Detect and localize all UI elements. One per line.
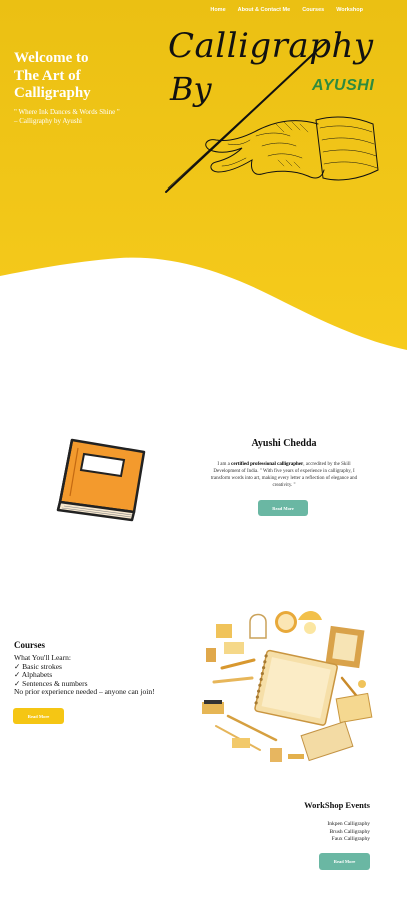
workshop-item-inkpen: Inkpen Calligraphy [327,821,370,827]
nav-workshop-link[interactable]: Workshop [336,7,363,13]
about-text-prefix: I am a [217,462,230,467]
about-description: I am a certified professional calligraph… [204,461,364,489]
logo-calligraphy-script: Calligraphy [168,26,374,66]
hero-title-line-3: Calligraphy [14,85,91,101]
stationery-flatlay-illustration [202,611,373,762]
about-text-highlight: certified professional calligrapher [231,462,304,467]
hero-tagline-quote: " Where Ink Dances & Words Shine " [14,108,120,116]
hero-tagline-author: – Calligraphy by Ayushi [14,116,82,125]
hero-section: Home About & Contact Me Courses Workshop… [0,0,407,350]
workshop-read-more-button[interactable]: Read More [319,853,370,870]
courses-read-more-button[interactable]: Read More [13,708,64,724]
courses-note: No prior experience needed – anyone can … [14,687,155,696]
courses-learning-list: What You'll Learn: ✓ Basic strokes ✓ Alp… [14,653,155,697]
workshop-item-brush: Brush Calligraphy [329,828,370,835]
workshop-title: WorkShop Events [304,800,370,810]
workshop-item-faux: Faux Calligraphy [331,836,370,842]
hero-title-line-1: Welcome to [14,50,89,66]
nav-home-link[interactable]: Home [210,7,225,13]
nav-courses-link[interactable]: Courses [302,7,324,13]
hero-title: Welcome to The Art of Calligraphy [14,50,174,103]
courses-title: Courses [14,640,45,650]
top-navigation: Home About & Contact Me Courses Workshop [210,7,363,13]
book-icon [56,438,146,522]
workshop-events-list: Inkpen Calligraphy Brush Calligraphy Fau… [327,821,370,844]
nav-about-contact-link[interactable]: About & Contact Me [238,7,291,13]
about-read-more-button[interactable]: Read More [258,500,308,516]
hero-title-line-2: The Art of [14,67,81,84]
about-name-heading: Ayushi Chedda [251,438,317,449]
logo-ayushi-name: AYUSHI [312,77,375,94]
logo-by-script: By [170,70,212,108]
